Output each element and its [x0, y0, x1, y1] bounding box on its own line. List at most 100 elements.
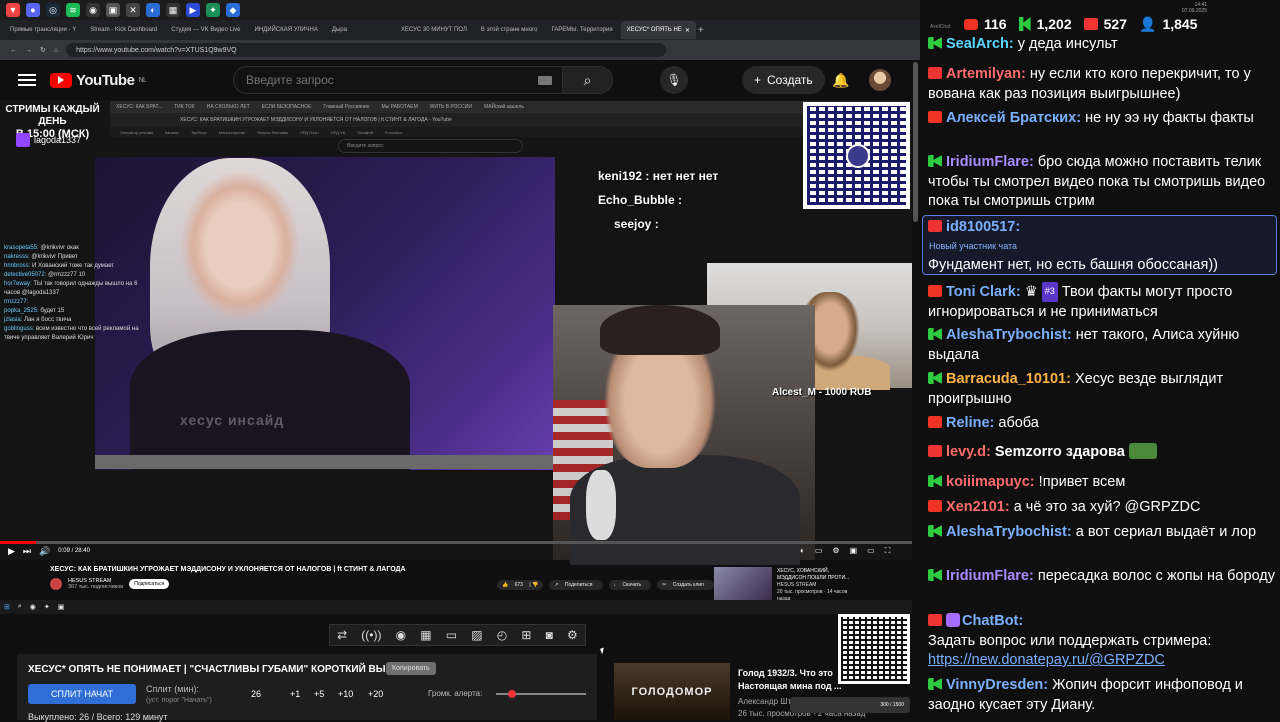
steam-icon[interactable]: ◎: [46, 3, 60, 17]
url-field[interactable]: https://www.youtube.com/watch?v=XTUS1Q9w…: [66, 43, 667, 57]
youtube-icon: [964, 18, 978, 30]
youtube-play-icon: [50, 72, 72, 88]
donate-link[interactable]: https://new.donatepay.ru/@GRPZDC: [928, 652, 1165, 668]
app-icon: ✦: [43, 604, 50, 611]
browser-tab-active[interactable]: ХЕСУС* ОПЯТЬ НЕ ✕: [620, 21, 696, 39]
split-value[interactable]: 26: [251, 689, 261, 699]
keyboard-icon[interactable]: [538, 75, 552, 85]
suggested-video-thumbnail[interactable]: ГОЛОДОМОР: [614, 663, 730, 720]
chat-line: krasopeta55: @krikvivr окак: [4, 245, 79, 251]
chat-line: jzlasia: Лан я босс твича: [4, 317, 72, 323]
chat-line: rmzzz77:: [4, 299, 29, 305]
share-button[interactable]: ↗ Поделиться: [549, 580, 603, 590]
brave-icon[interactable]: ▼: [6, 3, 20, 17]
chat-line: Echo_Bubble :: [598, 193, 683, 207]
spotify-icon[interactable]: ≋: [66, 3, 80, 17]
discord-icon[interactable]: ●: [26, 3, 40, 17]
app-icon[interactable]: ▶: [186, 3, 200, 17]
video-watermark: хесус инсайд: [180, 412, 285, 428]
chat-message: VinnyDresden: Жопич форсит инфоповод и з…: [928, 677, 1243, 713]
reload-icon[interactable]: ↻: [40, 46, 46, 54]
play-icon[interactable]: ▶: [8, 546, 15, 557]
gear-icon[interactable]: ⚙: [567, 628, 578, 642]
increment-button[interactable]: +20: [368, 689, 383, 699]
browser-tab[interactable]: ГАРЕМЫ. Территория: [545, 21, 618, 39]
search-input[interactable]: [234, 73, 538, 87]
crop-icon[interactable]: ▭: [446, 628, 457, 642]
search-button[interactable]: ⌕: [562, 67, 612, 93]
increment-button[interactable]: +1: [290, 689, 300, 699]
broadcast-icon[interactable]: ((•)): [361, 628, 381, 642]
twitch-icon: [16, 133, 30, 147]
browser-tab[interactable]: Stream - Kick Dashboard: [84, 21, 163, 39]
suggested-video-title[interactable]: Голод 1932/3. Что это Настоящая мина под…: [738, 667, 843, 693]
theater-icon[interactable]: ▭: [867, 546, 875, 556]
volume-icon[interactable]: 🔊: [39, 546, 50, 557]
app-icon[interactable]: ▣: [106, 3, 120, 17]
film-icon[interactable]: ▦: [420, 628, 431, 642]
obs-icon[interactable]: ◉: [86, 3, 100, 17]
voice-search-button[interactable]: 🎙: [660, 66, 688, 94]
inner-player-bar: [95, 455, 555, 469]
youtube-icon: [928, 285, 942, 297]
back-icon[interactable]: ←: [10, 47, 17, 54]
settings-icon[interactable]: ⚙: [832, 546, 839, 556]
increment-button[interactable]: +5: [314, 689, 324, 699]
autoplay-icon[interactable]: ◐: [800, 546, 805, 556]
vk-icon: [928, 614, 942, 626]
recommended-video[interactable]: ХЕСУС, ХОВАНСКИЙ, МЭДДИСОН ПОШЛИ ПРОТИ..…: [777, 568, 857, 603]
miniplayer-icon[interactable]: ▣: [850, 546, 858, 556]
browser-tab[interactable]: В этой стране много: [475, 21, 544, 39]
browser-tab[interactable]: Прямые трансляции - Y: [4, 21, 82, 39]
browser-tab[interactable]: Студия — VK Видео Live: [165, 21, 246, 39]
streamer-hair: [600, 305, 720, 355]
clip-button[interactable]: ✂ Создать клип: [657, 580, 714, 590]
camera-icon[interactable]: ◙: [546, 628, 553, 642]
youtube-icon: [928, 111, 942, 123]
next-icon[interactable]: ⏭: [23, 546, 31, 557]
chat-message: levy.d: Semzorro здарова: [928, 443, 1278, 463]
add-icon[interactable]: ⊞: [521, 628, 531, 642]
vk-icon: [928, 220, 942, 232]
close-icon[interactable]: ✕: [685, 27, 690, 34]
app-icon[interactable]: ◆: [226, 3, 240, 17]
browser-tab[interactable]: Дыра: [326, 21, 353, 39]
avatar[interactable]: [869, 69, 891, 91]
subtitles-icon[interactable]: ▭: [815, 546, 823, 556]
new-tab-icon[interactable]: +: [698, 25, 704, 36]
youtube-logo[interactable]: YouTube NL: [50, 72, 147, 89]
channel-row: HESUS STREAM 367 тыс. подписчиков Подписа…: [50, 578, 170, 590]
download-button[interactable]: ↓ Скачать: [608, 580, 652, 590]
forward-icon[interactable]: →: [25, 47, 32, 54]
browser-tab[interactable]: ИНДИЙСКАЯ УЛИЧНА: [249, 21, 324, 39]
menu-icon[interactable]: [18, 71, 36, 89]
recommended-thumbnail[interactable]: [714, 567, 772, 600]
app-icon[interactable]: ◐: [146, 3, 160, 17]
video-actions: 👍 673 | 👎 ↗ Поделиться ↓ Скачать ✂ Созда…: [497, 580, 714, 590]
split-start-button[interactable]: СПЛИТ НАЧАТ: [28, 684, 136, 704]
chat-message: AleshaTrybochist: а вот сериал выдаёт и …: [928, 523, 1278, 543]
copy-button[interactable]: Копировать: [386, 662, 436, 675]
increment-button[interactable]: +10: [338, 689, 353, 699]
split-hint: (уст. порог "Начать"): [146, 697, 212, 704]
browser-tab[interactable]: ХЕСУС 30 МИНУТ ПОЛ: [395, 21, 473, 39]
swap-icon[interactable]: ⇄: [337, 628, 347, 642]
speed-icon[interactable]: ◴: [497, 628, 507, 642]
notifications-icon[interactable]: 🔔: [832, 72, 849, 89]
eye-icon[interactable]: ◉: [396, 628, 406, 642]
image-icon[interactable]: ▨: [471, 628, 482, 642]
scrollbar[interactable]: [913, 62, 918, 222]
inner-browser-tabs: ХЕСУС: КАК БРАТ... ТИК ТОК НА СКОЛЬКО ЛЕТ Е…: [110, 101, 910, 113]
subscribe-button[interactable]: Подписаться: [129, 579, 170, 589]
twitch-icon: [928, 372, 942, 384]
like-button[interactable]: 👍 673 | 👎: [497, 580, 544, 590]
create-button[interactable]: + Создать: [742, 66, 825, 94]
app-icon[interactable]: ▦: [166, 3, 180, 17]
home-icon[interactable]: ⌂: [54, 47, 58, 54]
chat-message: Barracuda_10101: Хесус везде выглядит пр…: [928, 371, 1224, 407]
xbox-icon[interactable]: ✕: [126, 3, 140, 17]
app-icon[interactable]: ✦: [206, 3, 220, 17]
channel-avatar[interactable]: [50, 578, 62, 590]
fullscreen-icon[interactable]: ⛶: [885, 546, 891, 556]
app-icon: ▣: [57, 604, 65, 611]
